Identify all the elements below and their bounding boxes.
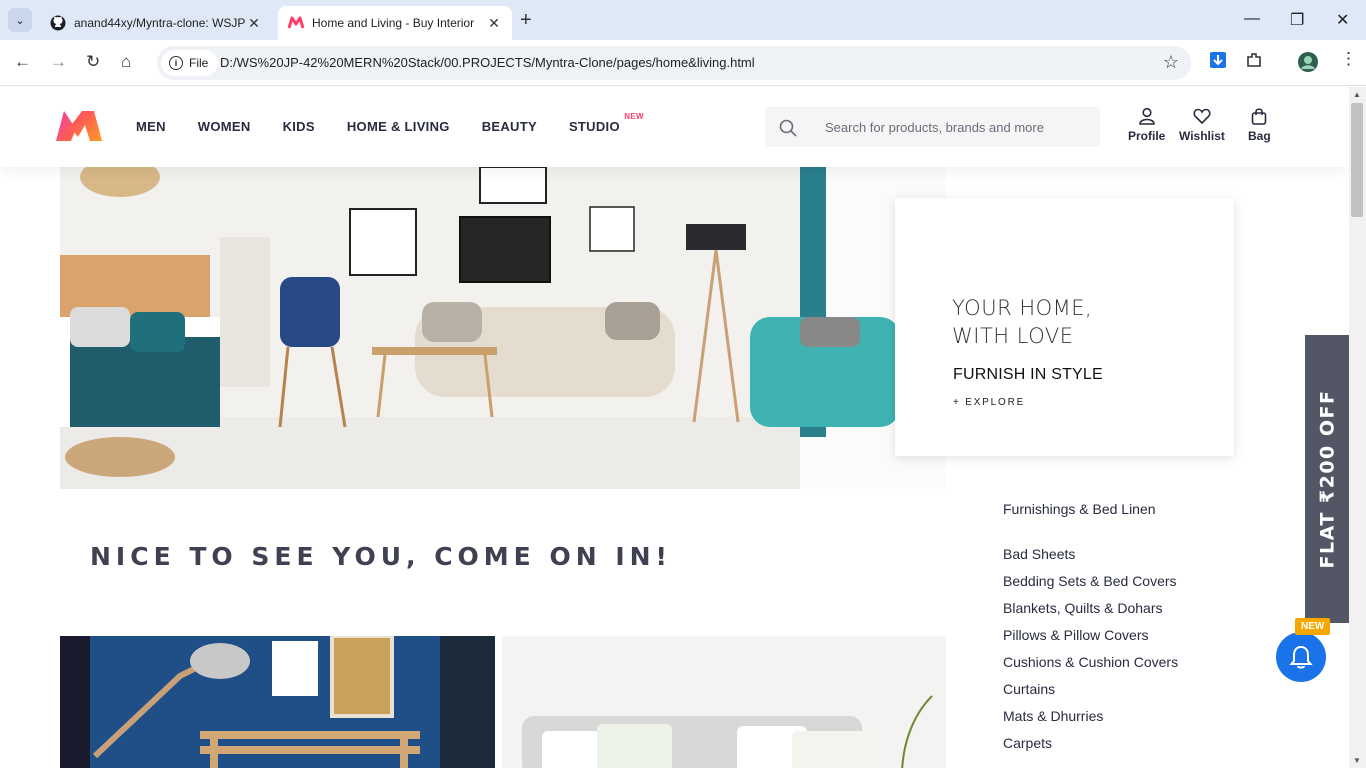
browser-tab-bar: ⌄ anand44xy/Myntra-clone: WSJP ✕ Home an…: [0, 0, 1366, 40]
nav-women[interactable]: WOMEN: [198, 119, 251, 134]
welcome-heading: NICE TO SEE YOU, COME ON IN!: [90, 542, 672, 571]
wishlist-button[interactable]: Wishlist: [1179, 107, 1225, 143]
bell-icon: [1289, 645, 1313, 669]
category-item[interactable]: Mats & Dhurries: [1003, 708, 1178, 735]
nav-studio-label: STUDIO: [568, 119, 620, 134]
address-bar-row: ← → ↻ ⌂ i File D:/WS%20JP-42%20MERN%20St…: [0, 40, 1366, 86]
main-nav: MEN WOMEN KIDS HOME & LIVING BEAUTY STUD…: [136, 112, 652, 134]
promo-headline-line2: WITH LOVE: [952, 324, 1074, 348]
wishlist-label: Wishlist: [1179, 129, 1225, 143]
promo-card: YOUR HOME, WITH LOVE FURNISH IN STYLE + …: [895, 198, 1234, 456]
category-list: Bad Sheets Bedding Sets & Bed Covers Bla…: [1003, 546, 1178, 762]
promo-headline: YOUR HOME, WITH LOVE: [952, 294, 1092, 350]
close-window-icon[interactable]: ✕: [1336, 10, 1349, 30]
new-badge: NEW: [624, 112, 644, 121]
omnibox[interactable]: i File D:/WS%20JP-42%20MERN%20Stack/00.P…: [157, 46, 1191, 80]
search-box: [765, 107, 1100, 147]
promo-headline-line1: YOUR HOME,: [952, 296, 1093, 320]
nav-beauty[interactable]: BEAUTY: [482, 119, 537, 134]
close-tab-icon[interactable]: ✕: [486, 15, 502, 32]
minimize-icon[interactable]: —: [1244, 10, 1260, 28]
search-input[interactable]: [825, 117, 1085, 137]
browser-tab-myntra[interactable]: Home and Living - Buy Interior ✕: [278, 6, 512, 40]
new-tab-button[interactable]: +: [520, 9, 532, 32]
explore-link[interactable]: + EXPLORE: [953, 397, 1025, 408]
bag-button[interactable]: Bag: [1248, 107, 1271, 143]
site-header: MEN WOMEN KIDS HOME & LIVING BEAUTY STUD…: [0, 87, 1349, 167]
category-item[interactable]: Bad Sheets: [1003, 546, 1178, 573]
nav-studio[interactable]: STUDIO NEW: [568, 112, 644, 134]
myntra-logo[interactable]: [54, 107, 104, 145]
profile-icon: [1138, 107, 1155, 125]
back-icon[interactable]: ←: [14, 52, 31, 72]
tab-search-dropdown[interactable]: ⌄: [8, 8, 32, 32]
nav-home-living[interactable]: HOME & LIVING: [347, 119, 450, 134]
home-icon[interactable]: ⌂: [121, 52, 131, 72]
flat-offer-label: FLAT ₹200 OFF: [1316, 389, 1338, 569]
profile-button[interactable]: Profile: [1128, 107, 1165, 143]
browser-tab-github[interactable]: anand44xy/Myntra-clone: WSJP ✕: [40, 6, 272, 40]
notification-bell-button[interactable]: [1276, 632, 1326, 682]
category-item[interactable]: Carpets: [1003, 735, 1178, 762]
flat-offer-tab[interactable]: FLAT ₹200 OFF: [1305, 335, 1349, 623]
extensions-icon[interactable]: [1245, 51, 1263, 69]
close-tab-icon[interactable]: ✕: [246, 15, 262, 32]
info-icon: i: [169, 56, 183, 70]
category-item[interactable]: Bedding Sets & Bed Covers: [1003, 573, 1178, 600]
restore-icon[interactable]: ❐: [1290, 10, 1304, 30]
myntra-favicon-icon: [288, 16, 304, 29]
github-icon: [50, 15, 66, 31]
page-viewport: MEN WOMEN KIDS HOME & LIVING BEAUTY STUD…: [0, 87, 1349, 768]
nav-men[interactable]: MEN: [136, 119, 166, 134]
hero-living-room-image[interactable]: [60, 167, 946, 489]
scroll-down-icon[interactable]: ▼: [1353, 756, 1361, 765]
bag-label: Bag: [1248, 129, 1271, 143]
scroll-up-icon[interactable]: ▲: [1353, 90, 1361, 99]
category-item[interactable]: Blankets, Quilts & Dohars: [1003, 600, 1178, 627]
page-scrollbar[interactable]: ▲ ▼: [1349, 87, 1366, 768]
tab-title: Home and Living - Buy Interior: [312, 16, 475, 30]
download-icon[interactable]: [1209, 51, 1227, 69]
tile-blue-room-image[interactable]: [60, 636, 495, 768]
bookmark-star-icon[interactable]: ☆: [1163, 52, 1179, 73]
browser-menu-icon[interactable]: ⋮: [1340, 49, 1357, 69]
profile-label: Profile: [1128, 129, 1166, 143]
search-icon[interactable]: [779, 119, 797, 137]
forward-icon[interactable]: →: [50, 52, 67, 72]
scrollbar-thumb[interactable]: [1351, 103, 1363, 217]
tab-title: anand44xy/Myntra-clone: WSJP: [74, 16, 246, 30]
notification-new-badge: NEW: [1295, 618, 1331, 635]
site-info-chip[interactable]: i File: [161, 50, 219, 76]
tile-white-sofa-image[interactable]: [502, 636, 946, 768]
category-item[interactable]: Curtains: [1003, 681, 1178, 708]
category-title[interactable]: Furnishings & Bed Linen: [1003, 501, 1156, 517]
bag-icon: [1252, 108, 1267, 125]
category-item[interactable]: Pillows & Pillow Covers: [1003, 627, 1178, 654]
profile-avatar-icon[interactable]: [1297, 51, 1319, 73]
heart-icon: [1193, 108, 1211, 125]
reload-icon[interactable]: ↻: [86, 52, 100, 72]
url-text[interactable]: D:/WS%20JP-42%20MERN%20Stack/00.PROJECTS…: [220, 55, 755, 70]
nav-kids[interactable]: KIDS: [283, 119, 315, 134]
scheme-label: File: [189, 56, 209, 70]
category-item[interactable]: Cushions & Cushion Covers: [1003, 654, 1178, 681]
promo-subhead: FURNISH IN STYLE: [953, 366, 1103, 383]
